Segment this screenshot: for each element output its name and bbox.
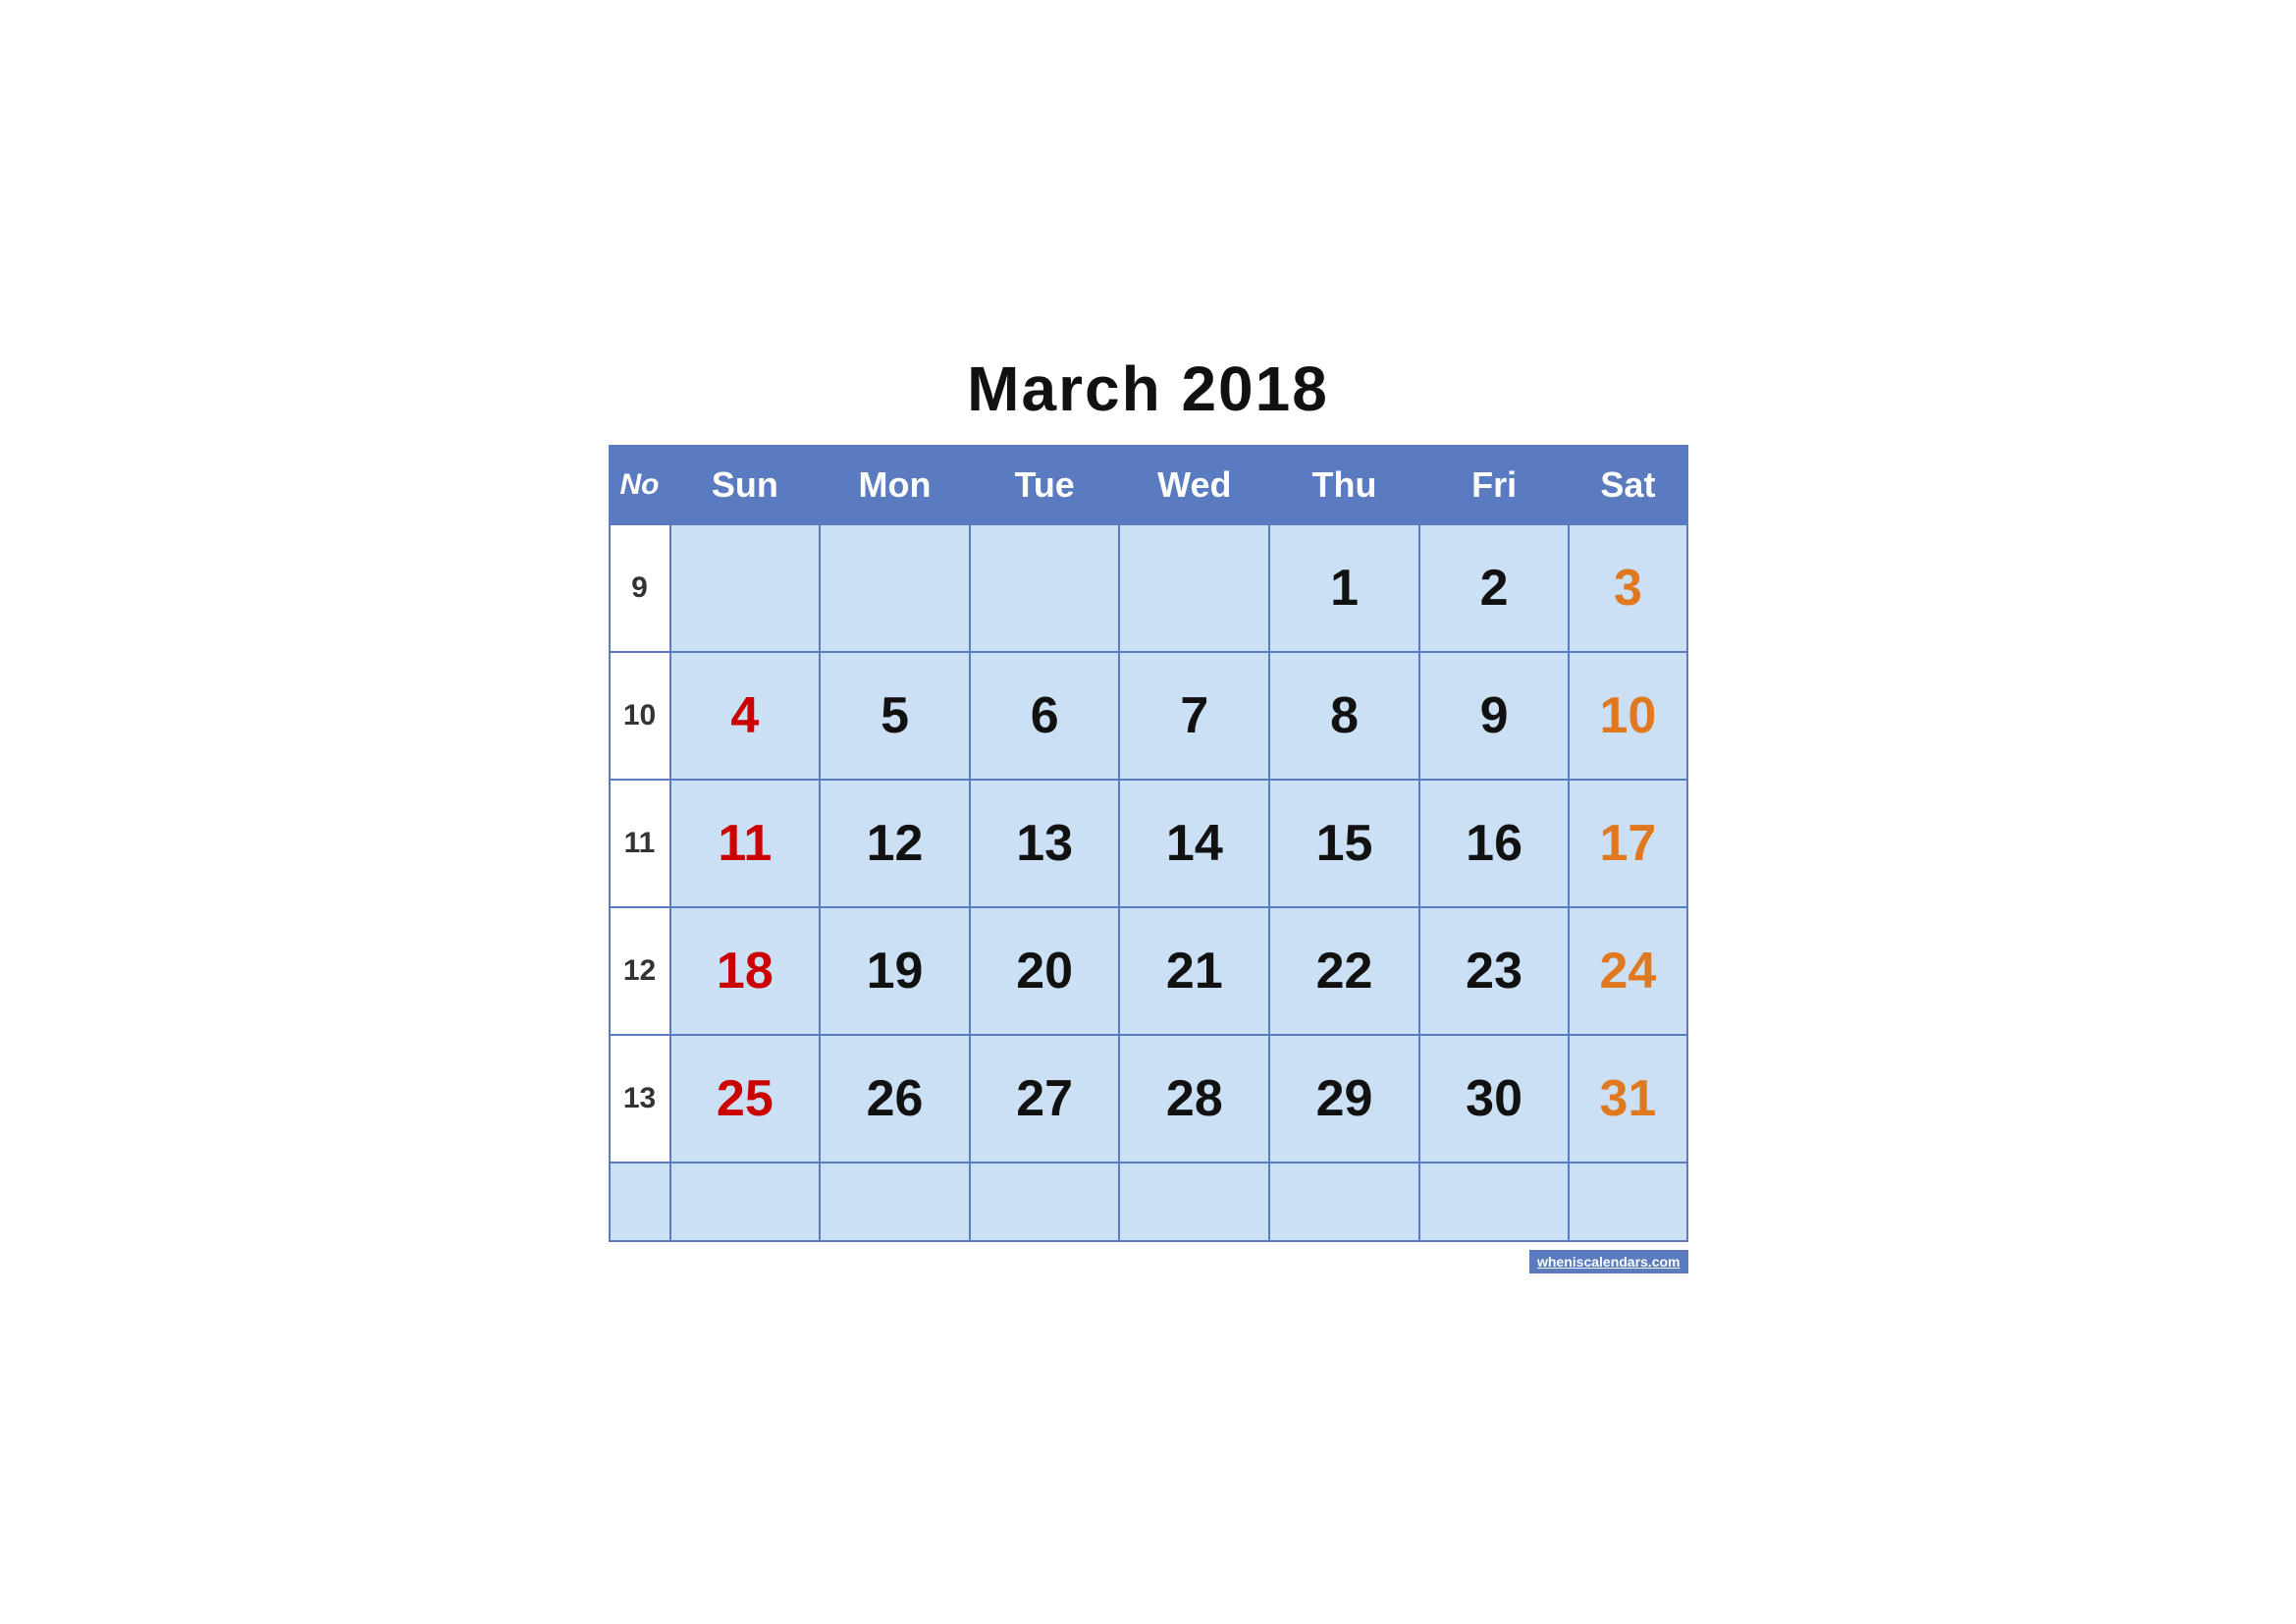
day-cell: 16 xyxy=(1419,780,1569,907)
day-cell: 9 xyxy=(1419,652,1569,780)
extra-cell xyxy=(1569,1163,1686,1241)
week-row: 1325262728293031 xyxy=(610,1035,1687,1163)
week-number: 9 xyxy=(610,524,670,652)
day-cell: 29 xyxy=(1269,1035,1419,1163)
header-sun: Sun xyxy=(670,446,821,524)
extra-cell xyxy=(970,1163,1120,1241)
day-cell xyxy=(820,524,970,652)
day-cell: 4 xyxy=(670,652,821,780)
extra-cell xyxy=(610,1163,670,1241)
day-cell: 31 xyxy=(1569,1035,1686,1163)
watermark-link[interactable]: wheniscalendars.com xyxy=(1529,1250,1688,1273)
extra-cell xyxy=(670,1163,821,1241)
extra-cell xyxy=(1119,1163,1269,1241)
day-cell: 21 xyxy=(1119,907,1269,1035)
day-cell: 12 xyxy=(820,780,970,907)
day-cell: 20 xyxy=(970,907,1120,1035)
extra-cell xyxy=(1419,1163,1569,1241)
calendar-wrapper: March 2018 No Sun Mon Tue Wed Thu Fri Sa… xyxy=(609,352,1688,1272)
day-cell: 8 xyxy=(1269,652,1419,780)
day-cell: 28 xyxy=(1119,1035,1269,1163)
day-cell xyxy=(1119,524,1269,652)
day-cell: 7 xyxy=(1119,652,1269,780)
calendar-title: March 2018 xyxy=(609,352,1688,425)
day-cell: 3 xyxy=(1569,524,1686,652)
week-number: 10 xyxy=(610,652,670,780)
day-cell: 26 xyxy=(820,1035,970,1163)
week-row: 1111121314151617 xyxy=(610,780,1687,907)
header-wed: Wed xyxy=(1119,446,1269,524)
day-cell: 2 xyxy=(1419,524,1569,652)
watermark: wheniscalendars.com xyxy=(609,1254,1688,1272)
week-number: 13 xyxy=(610,1035,670,1163)
day-cell: 15 xyxy=(1269,780,1419,907)
week-row: 1218192021222324 xyxy=(610,907,1687,1035)
calendar-body: 9123104567891011111213141516171218192021… xyxy=(610,524,1687,1241)
extra-cell xyxy=(1269,1163,1419,1241)
day-cell: 19 xyxy=(820,907,970,1035)
week-number: 12 xyxy=(610,907,670,1035)
day-cell: 6 xyxy=(970,652,1120,780)
day-cell xyxy=(670,524,821,652)
header-fri: Fri xyxy=(1419,446,1569,524)
day-cell: 14 xyxy=(1119,780,1269,907)
day-cell: 5 xyxy=(820,652,970,780)
day-cell: 25 xyxy=(670,1035,821,1163)
day-cell: 22 xyxy=(1269,907,1419,1035)
day-cell xyxy=(970,524,1120,652)
day-cell: 13 xyxy=(970,780,1120,907)
day-cell: 23 xyxy=(1419,907,1569,1035)
extra-cell xyxy=(820,1163,970,1241)
day-cell: 24 xyxy=(1569,907,1686,1035)
header-sat: Sat xyxy=(1569,446,1686,524)
calendar-table: No Sun Mon Tue Wed Thu Fri Sat 912310456… xyxy=(609,445,1688,1242)
header-mon: Mon xyxy=(820,446,970,524)
week-row: 9 123 xyxy=(610,524,1687,652)
week-number: 11 xyxy=(610,780,670,907)
day-cell: 1 xyxy=(1269,524,1419,652)
day-cell: 10 xyxy=(1569,652,1686,780)
header-tue: Tue xyxy=(970,446,1120,524)
day-cell: 18 xyxy=(670,907,821,1035)
day-cell: 30 xyxy=(1419,1035,1569,1163)
header-no: No xyxy=(610,446,670,524)
day-cell: 27 xyxy=(970,1035,1120,1163)
header-row: No Sun Mon Tue Wed Thu Fri Sat xyxy=(610,446,1687,524)
day-cell: 17 xyxy=(1569,780,1686,907)
extra-row xyxy=(610,1163,1687,1241)
week-row: 1045678910 xyxy=(610,652,1687,780)
day-cell: 11 xyxy=(670,780,821,907)
header-thu: Thu xyxy=(1269,446,1419,524)
